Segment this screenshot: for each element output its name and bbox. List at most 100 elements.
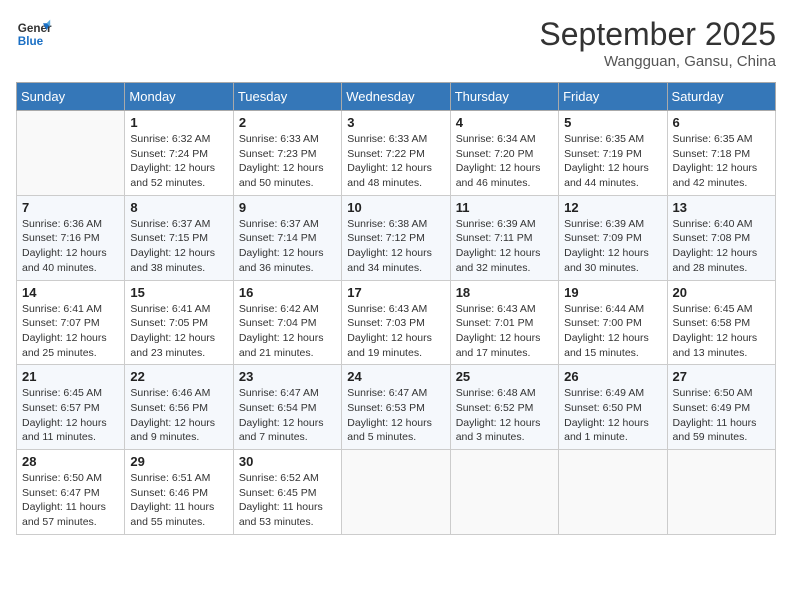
week-row-2: 7 Sunrise: 6:36 AMSunset: 7:16 PMDaylight… bbox=[17, 195, 776, 280]
day-number: 7 bbox=[22, 200, 119, 215]
week-row-4: 21 Sunrise: 6:45 AMSunset: 6:57 PMDayligh… bbox=[17, 365, 776, 450]
day-number: 13 bbox=[673, 200, 770, 215]
svg-text:Blue: Blue bbox=[18, 35, 44, 48]
weekday-header-row: SundayMondayTuesdayWednesdayThursdayFrid… bbox=[17, 83, 776, 111]
day-info: Sunrise: 6:46 AMSunset: 6:56 PMDaylight:… bbox=[130, 386, 227, 445]
day-cell: 16 Sunrise: 6:42 AMSunset: 7:04 PMDayligh… bbox=[233, 280, 341, 365]
day-info: Sunrise: 6:41 AMSunset: 7:07 PMDaylight:… bbox=[22, 302, 119, 361]
title-block: September 2025 Wangguan, Gansu, China bbox=[539, 16, 776, 70]
day-cell: 21 Sunrise: 6:45 AMSunset: 6:57 PMDayligh… bbox=[17, 365, 125, 450]
day-number: 2 bbox=[239, 115, 336, 130]
logo-icon: General Blue bbox=[16, 16, 52, 52]
weekday-header-sunday: Sunday bbox=[17, 83, 125, 111]
day-number: 21 bbox=[22, 369, 119, 384]
day-cell: 22Sunrise: 6:46 AMSunset: 6:56 PMDayligh… bbox=[125, 365, 233, 450]
day-number: 19 bbox=[564, 285, 661, 300]
day-number: 15 bbox=[130, 285, 227, 300]
day-info: Sunrise: 6:38 AMSunset: 7:12 PMDaylight:… bbox=[347, 217, 444, 276]
day-info: Sunrise: 6:47 AMSunset: 6:53 PMDaylight:… bbox=[347, 386, 444, 445]
day-cell bbox=[342, 450, 450, 535]
day-number: 5 bbox=[564, 115, 661, 130]
day-info: Sunrise: 6:43 AMSunset: 7:01 PMDaylight:… bbox=[456, 302, 553, 361]
day-cell: 4Sunrise: 6:34 AMSunset: 7:20 PMDaylight… bbox=[450, 111, 558, 196]
day-cell: 1 Sunrise: 6:32 AMSunset: 7:24 PMDaylight… bbox=[125, 111, 233, 196]
day-cell: 12 Sunrise: 6:39 AMSunset: 7:09 PMDayligh… bbox=[559, 195, 667, 280]
day-info: Sunrise: 6:33 AMSunset: 7:23 PMDaylight:… bbox=[239, 132, 336, 191]
day-info: Sunrise: 6:35 AMSunset: 7:19 PMDaylight:… bbox=[564, 132, 661, 191]
day-number: 30 bbox=[239, 454, 336, 469]
day-info: Sunrise: 6:45 AMSunset: 6:57 PMDaylight:… bbox=[22, 386, 119, 445]
day-cell: 30 Sunrise: 6:52 AMSunset: 6:45 PMDayligh… bbox=[233, 450, 341, 535]
page-header: General Blue September 2025 Wangguan, Ga… bbox=[16, 16, 776, 70]
day-cell: 20Sunrise: 6:45 AMSunset: 6:58 PMDayligh… bbox=[667, 280, 775, 365]
day-cell: 11 Sunrise: 6:39 AMSunset: 7:11 PMDayligh… bbox=[450, 195, 558, 280]
day-info: Sunrise: 6:37 AMSunset: 7:14 PMDaylight:… bbox=[239, 217, 336, 276]
day-cell: 3 Sunrise: 6:33 AMSunset: 7:22 PMDaylight… bbox=[342, 111, 450, 196]
day-number: 25 bbox=[456, 369, 553, 384]
day-cell bbox=[450, 450, 558, 535]
day-number: 8 bbox=[130, 200, 227, 215]
day-info: Sunrise: 6:34 AMSunset: 7:20 PMDaylight:… bbox=[456, 132, 553, 191]
week-row-3: 14 Sunrise: 6:41 AMSunset: 7:07 PMDayligh… bbox=[17, 280, 776, 365]
day-cell: 19 Sunrise: 6:44 AMSunset: 7:00 PMDayligh… bbox=[559, 280, 667, 365]
day-info: Sunrise: 6:43 AMSunset: 7:03 PMDaylight:… bbox=[347, 302, 444, 361]
day-info: Sunrise: 6:33 AMSunset: 7:22 PMDaylight:… bbox=[347, 132, 444, 191]
day-number: 29 bbox=[130, 454, 227, 469]
day-info: Sunrise: 6:35 AMSunset: 7:18 PMDaylight:… bbox=[673, 132, 770, 191]
day-info: Sunrise: 6:44 AMSunset: 7:00 PMDaylight:… bbox=[564, 302, 661, 361]
day-info: Sunrise: 6:52 AMSunset: 6:45 PMDaylight:… bbox=[239, 471, 336, 530]
day-cell: 9 Sunrise: 6:37 AMSunset: 7:14 PMDaylight… bbox=[233, 195, 341, 280]
day-number: 26 bbox=[564, 369, 661, 384]
weekday-header-monday: Monday bbox=[125, 83, 233, 111]
day-cell: 6 Sunrise: 6:35 AMSunset: 7:18 PMDaylight… bbox=[667, 111, 775, 196]
day-cell: 27Sunrise: 6:50 AMSunset: 6:49 PMDayligh… bbox=[667, 365, 775, 450]
day-cell: 23 Sunrise: 6:47 AMSunset: 6:54 PMDayligh… bbox=[233, 365, 341, 450]
day-number: 9 bbox=[239, 200, 336, 215]
day-number: 24 bbox=[347, 369, 444, 384]
day-info: Sunrise: 6:39 AMSunset: 7:09 PMDaylight:… bbox=[564, 217, 661, 276]
weekday-header-friday: Friday bbox=[559, 83, 667, 111]
day-cell: 17 Sunrise: 6:43 AMSunset: 7:03 PMDayligh… bbox=[342, 280, 450, 365]
week-row-5: 28Sunrise: 6:50 AMSunset: 6:47 PMDayligh… bbox=[17, 450, 776, 535]
logo: General Blue bbox=[16, 16, 52, 52]
day-number: 28 bbox=[22, 454, 119, 469]
day-cell: 18 Sunrise: 6:43 AMSunset: 7:01 PMDayligh… bbox=[450, 280, 558, 365]
day-info: Sunrise: 6:51 AMSunset: 6:46 PMDaylight:… bbox=[130, 471, 227, 530]
weekday-header-saturday: Saturday bbox=[667, 83, 775, 111]
day-cell: 29 Sunrise: 6:51 AMSunset: 6:46 PMDayligh… bbox=[125, 450, 233, 535]
day-info: Sunrise: 6:40 AMSunset: 7:08 PMDaylight:… bbox=[673, 217, 770, 276]
day-number: 18 bbox=[456, 285, 553, 300]
day-info: Sunrise: 6:47 AMSunset: 6:54 PMDaylight:… bbox=[239, 386, 336, 445]
day-info: Sunrise: 6:49 AMSunset: 6:50 PMDaylight:… bbox=[564, 386, 661, 445]
day-cell: 8Sunrise: 6:37 AMSunset: 7:15 PMDaylight… bbox=[125, 195, 233, 280]
day-info: Sunrise: 6:39 AMSunset: 7:11 PMDaylight:… bbox=[456, 217, 553, 276]
day-cell: 10 Sunrise: 6:38 AMSunset: 7:12 PMDayligh… bbox=[342, 195, 450, 280]
day-number: 10 bbox=[347, 200, 444, 215]
day-info: Sunrise: 6:32 AMSunset: 7:24 PMDaylight:… bbox=[130, 132, 227, 191]
day-info: Sunrise: 6:42 AMSunset: 7:04 PMDaylight:… bbox=[239, 302, 336, 361]
day-number: 16 bbox=[239, 285, 336, 300]
day-number: 23 bbox=[239, 369, 336, 384]
day-info: Sunrise: 6:36 AMSunset: 7:16 PMDaylight:… bbox=[22, 217, 119, 276]
day-number: 11 bbox=[456, 200, 553, 215]
day-cell: 28Sunrise: 6:50 AMSunset: 6:47 PMDayligh… bbox=[17, 450, 125, 535]
day-cell: 14 Sunrise: 6:41 AMSunset: 7:07 PMDayligh… bbox=[17, 280, 125, 365]
day-number: 12 bbox=[564, 200, 661, 215]
day-cell: 2 Sunrise: 6:33 AMSunset: 7:23 PMDaylight… bbox=[233, 111, 341, 196]
day-cell: 26 Sunrise: 6:49 AMSunset: 6:50 PMDayligh… bbox=[559, 365, 667, 450]
day-cell bbox=[667, 450, 775, 535]
day-number: 6 bbox=[673, 115, 770, 130]
day-cell: 13 Sunrise: 6:40 AMSunset: 7:08 PMDayligh… bbox=[667, 195, 775, 280]
day-cell: 15 Sunrise: 6:41 AMSunset: 7:05 PMDayligh… bbox=[125, 280, 233, 365]
weekday-header-thursday: Thursday bbox=[450, 83, 558, 111]
day-cell: 25Sunrise: 6:48 AMSunset: 6:52 PMDayligh… bbox=[450, 365, 558, 450]
day-cell: 24 Sunrise: 6:47 AMSunset: 6:53 PMDayligh… bbox=[342, 365, 450, 450]
day-cell: 5 Sunrise: 6:35 AMSunset: 7:19 PMDaylight… bbox=[559, 111, 667, 196]
day-number: 1 bbox=[130, 115, 227, 130]
weekday-header-wednesday: Wednesday bbox=[342, 83, 450, 111]
day-number: 17 bbox=[347, 285, 444, 300]
day-number: 3 bbox=[347, 115, 444, 130]
day-number: 14 bbox=[22, 285, 119, 300]
calendar-table: SundayMondayTuesdayWednesdayThursdayFrid… bbox=[16, 82, 776, 535]
day-info: Sunrise: 6:41 AMSunset: 7:05 PMDaylight:… bbox=[130, 302, 227, 361]
